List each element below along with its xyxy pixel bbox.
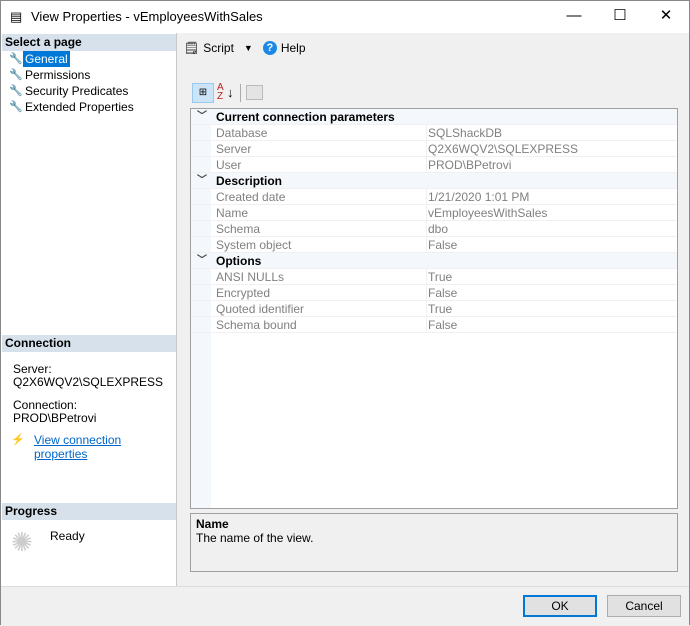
property-value: False (428, 318, 458, 332)
categorized-button[interactable]: ⊞ (192, 83, 214, 103)
maximize-button[interactable]: ☐ (597, 1, 643, 33)
wrench-icon: 🔧 (9, 69, 23, 81)
property-name: Created date (216, 190, 286, 204)
connection-value: PROD\BPetrovi (13, 411, 97, 425)
property-value: 1/21/2020 1:01 PM (428, 190, 530, 204)
property-name: Server (216, 142, 252, 156)
close-button[interactable]: ✕ (643, 1, 689, 33)
property-row[interactable]: Database SQLShackDB (191, 125, 677, 141)
chevron-down-icon[interactable]: ﹀ (197, 173, 207, 189)
property-row[interactable]: User PROD\BPetrovi (191, 157, 677, 173)
property-value: True (428, 302, 453, 316)
property-row[interactable]: Schema dbo (191, 221, 677, 237)
title-bar: ▤ View Properties - vEmployeesWithSales … (1, 1, 689, 33)
property-value: True (428, 270, 453, 284)
property-name: Encrypted (216, 286, 271, 300)
property-value: dbo (428, 222, 449, 236)
property-name: Name (216, 206, 249, 220)
category-name: Description (216, 174, 283, 188)
alphabetical-button[interactable]: AZ (217, 83, 224, 102)
property-row[interactable]: Name vEmployeesWithSales (191, 205, 677, 221)
property-row[interactable]: Created date 1/21/2020 1:01 PM (191, 189, 677, 205)
property-name: System object (216, 238, 292, 252)
page-label: Permissions (25, 68, 91, 82)
connection-label: Connection: (13, 398, 78, 412)
description-title: Name (196, 517, 229, 531)
chevron-down-icon[interactable]: ﹀ (197, 253, 207, 269)
page-security-predicates[interactable]: 🔧 Security Predicates (9, 83, 130, 99)
help-button[interactable]: Help (281, 41, 306, 55)
property-name: Database (216, 126, 268, 140)
property-value: Q2X6WQV2\SQLEXPRESS (428, 142, 579, 156)
script-dropdown-icon[interactable]: ▼ (244, 43, 253, 53)
property-name: User (216, 158, 242, 172)
ok-button[interactable]: OK (523, 595, 597, 617)
connection-icon: ⚡ (11, 434, 25, 446)
window-icon: ▤ (10, 9, 23, 24)
toolbar-divider (240, 84, 241, 102)
sort-arrow-icon: ↓ (227, 85, 234, 100)
server-value: Q2X6WQV2\SQLEXPRESS (13, 375, 164, 389)
property-row[interactable]: Quoted identifier True (191, 301, 677, 317)
property-name: Schema (216, 222, 261, 236)
left-panel: Select a page 🔧 General 🔧 Permissions 🔧 Sec… (1, 33, 177, 586)
property-value: False (428, 238, 458, 252)
property-value: PROD\BPetrovi (428, 158, 512, 172)
property-row[interactable]: System object False (191, 237, 677, 253)
window-title: View Properties - vEmployeesWithSales (31, 9, 263, 24)
connection-header: Connection (2, 335, 176, 352)
script-icon: 🗒 (184, 41, 200, 55)
wrench-icon: 🔧 (9, 101, 23, 113)
property-row[interactable]: Server Q2X6WQV2\SQLEXPRESS (191, 141, 677, 157)
property-name: ANSI NULLs (216, 270, 285, 284)
view-connection-properties-link[interactable]: View connection properties (34, 433, 176, 461)
category-row[interactable]: ﹀ Options (191, 253, 677, 269)
wrench-icon: 🔧 (9, 85, 23, 97)
property-value: SQLShackDB (428, 126, 503, 140)
category-name: Options (216, 254, 262, 268)
progress-status: Ready (50, 529, 85, 543)
script-button[interactable]: Script (203, 41, 234, 55)
category-name: Current connection parameters (216, 110, 395, 124)
help-icon: ? (262, 41, 277, 55)
minimize-button[interactable]: — (551, 1, 597, 33)
page-general[interactable]: 🔧 General (9, 51, 70, 67)
category-row[interactable]: ﹀ Description (191, 173, 677, 189)
property-row[interactable]: Schema bound False (191, 317, 677, 333)
property-name: Schema bound (216, 318, 297, 332)
progress-header: Progress (2, 503, 176, 520)
progress-spinner-icon: ✺ (11, 527, 33, 557)
wrench-icon: 🔧 (9, 53, 23, 65)
select-page-header: Select a page (2, 34, 176, 51)
property-row[interactable]: Encrypted False (191, 285, 677, 301)
property-row[interactable]: ANSI NULLs True (191, 269, 677, 285)
property-name: Quoted identifier (216, 302, 305, 316)
property-grid: ﹀ Current connection parameters Database SQ… (190, 108, 678, 509)
page-label: Security Predicates (25, 84, 129, 98)
cancel-button[interactable]: Cancel (607, 595, 681, 617)
page-label: Extended Properties (25, 100, 134, 114)
property-value: False (428, 286, 458, 300)
category-row[interactable]: ﹀ Current connection parameters (191, 109, 677, 125)
property-pages-button[interactable] (246, 85, 263, 100)
description-text: The name of the view. (196, 531, 314, 545)
description-panel: Name The name of the view. (190, 513, 678, 572)
toolbar: 🗒 Script ▼ ? Help (184, 41, 306, 55)
page-label: General (23, 51, 70, 67)
page-extended-properties[interactable]: 🔧 Extended Properties (9, 99, 136, 115)
page-permissions[interactable]: 🔧 Permissions (9, 67, 92, 83)
server-label: Server: (13, 362, 52, 376)
property-value: vEmployeesWithSales (428, 206, 548, 220)
chevron-down-icon[interactable]: ﹀ (197, 109, 207, 125)
